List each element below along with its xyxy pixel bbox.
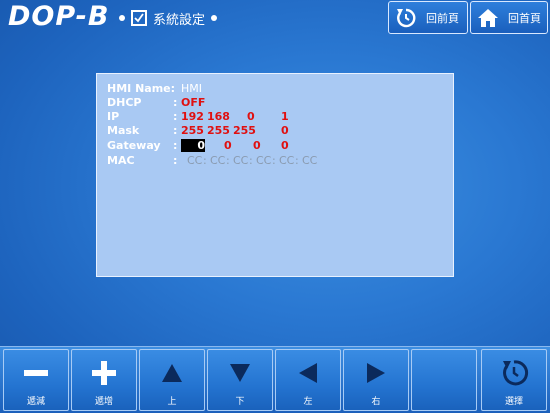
- bottom-toolbar: 遞減 遞增 上 下 左 右 選擇: [0, 346, 550, 413]
- blank-button[interactable]: [411, 349, 477, 411]
- gateway-octet-3[interactable]: 0: [253, 139, 261, 152]
- left-button[interactable]: 左: [275, 349, 341, 411]
- mask-octet-3[interactable]: 255: [233, 124, 256, 137]
- mac-label: MAC: [107, 154, 135, 167]
- rotate-icon: [482, 358, 546, 388]
- gateway-octet-2[interactable]: 0: [224, 139, 232, 152]
- breadcrumb: 系統設定: [119, 8, 218, 28]
- gateway-label: Gateway: [107, 139, 161, 152]
- down-button-label: 下: [235, 397, 245, 407]
- right-button[interactable]: 右: [343, 349, 409, 411]
- increment-button[interactable]: 遞增: [71, 349, 137, 411]
- dhcp-value[interactable]: OFF: [181, 96, 205, 109]
- mask-label: Mask: [107, 124, 140, 137]
- header-bar: DOP-B 系統設定 回前頁 回首頁: [0, 0, 550, 36]
- checkbox-icon: [131, 10, 147, 26]
- up-button[interactable]: 上: [139, 349, 205, 411]
- mac-byte-2: CC: [210, 154, 226, 167]
- mac-byte-6: CC: [302, 154, 318, 167]
- decrement-button[interactable]: 遞減: [3, 349, 69, 411]
- hmi-name-label: HMI Name:: [107, 82, 176, 95]
- right-button-label: 右: [371, 397, 381, 407]
- mac-byte-4: CC: [256, 154, 272, 167]
- up-button-label: 上: [167, 397, 177, 407]
- arrow-right-icon: [344, 358, 408, 388]
- down-button[interactable]: 下: [207, 349, 273, 411]
- gateway-octet-1-selected[interactable]: 0: [181, 139, 205, 152]
- brand-logo: DOP-B: [8, 1, 110, 32]
- mac-byte-1: CC: [187, 154, 203, 167]
- back-button[interactable]: 回前頁: [388, 1, 468, 34]
- hmi-name-value[interactable]: HMI: [181, 82, 202, 95]
- gateway-octet-4[interactable]: 0: [281, 139, 289, 152]
- network-info-panel: HMI Name: HMI DHCP : OFF IP : 192 168 0 …: [96, 73, 454, 277]
- arrow-left-icon: [276, 358, 340, 388]
- home-icon: [474, 4, 502, 32]
- mac-byte-5: CC: [279, 154, 295, 167]
- mac-byte-3: CC: [233, 154, 249, 167]
- rotate-back-icon: [392, 4, 420, 32]
- select-button[interactable]: 選擇: [481, 349, 547, 411]
- plus-icon: [72, 358, 136, 388]
- bullet-icon: [211, 15, 218, 21]
- dhcp-label: DHCP: [107, 96, 142, 109]
- ip-octet-1[interactable]: 192: [181, 110, 204, 123]
- minus-icon: [4, 358, 68, 388]
- ip-octet-2[interactable]: 168: [207, 110, 230, 123]
- home-button-label: 回首頁: [508, 11, 541, 25]
- mask-octet-2[interactable]: 255: [207, 124, 230, 137]
- breadcrumb-label: 系統設定: [153, 12, 206, 28]
- arrow-down-icon: [208, 358, 272, 388]
- increment-button-label: 遞增: [94, 397, 113, 407]
- select-button-label: 選擇: [504, 397, 523, 407]
- back-button-label: 回前頁: [426, 11, 459, 25]
- arrow-up-icon: [140, 358, 204, 388]
- bullet-icon: [119, 15, 125, 21]
- mask-octet-4[interactable]: 0: [281, 124, 289, 137]
- mask-octet-1[interactable]: 255: [181, 124, 204, 137]
- decrement-button-label: 遞減: [26, 397, 45, 407]
- ip-label: IP: [107, 110, 120, 123]
- home-button[interactable]: 回首頁: [470, 1, 548, 34]
- ip-octet-3[interactable]: 0: [247, 110, 255, 123]
- ip-octet-4[interactable]: 1: [281, 110, 289, 123]
- left-button-label: 左: [303, 397, 313, 407]
